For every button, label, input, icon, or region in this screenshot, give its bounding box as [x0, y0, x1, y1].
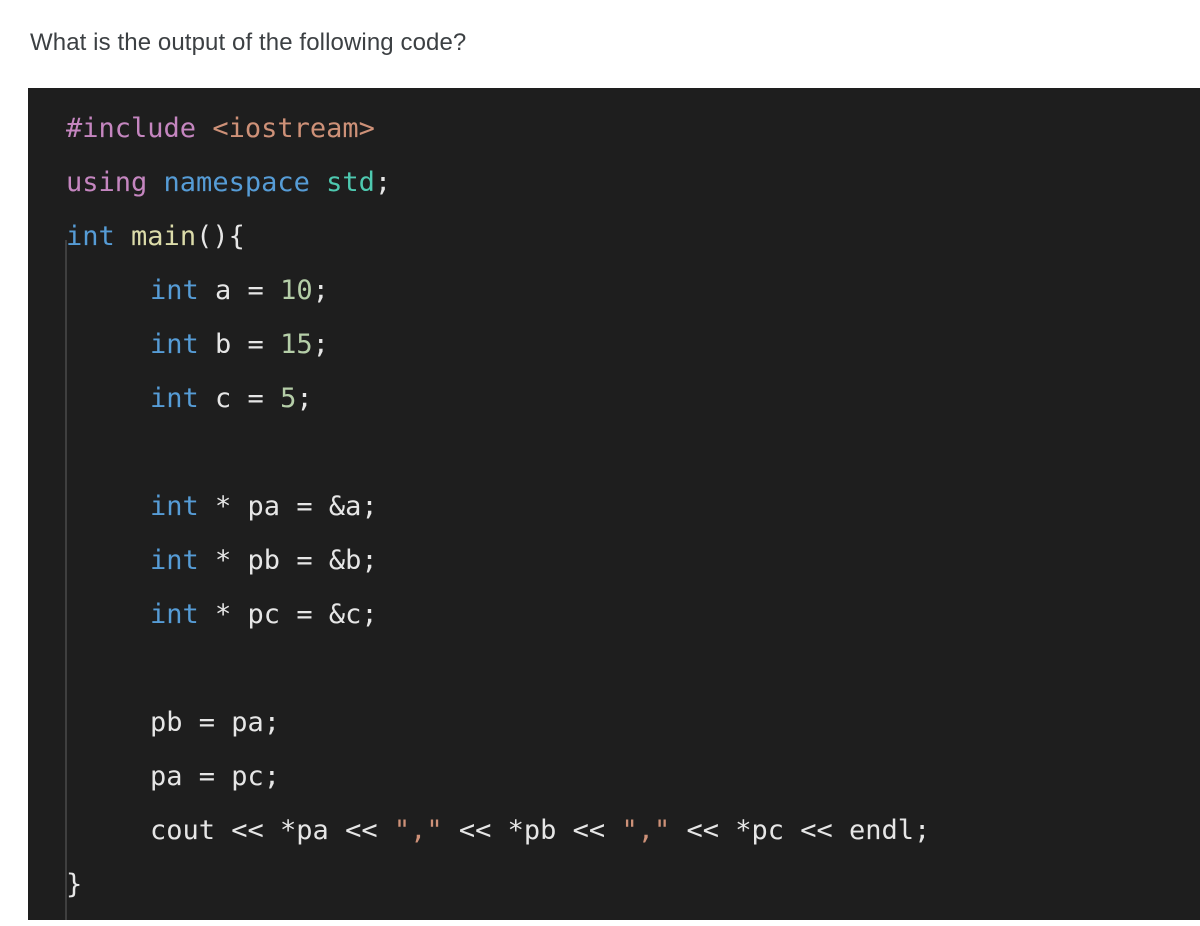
- code-token: c =: [198, 383, 281, 414]
- code-token: namespace: [163, 167, 310, 198]
- code-token: ;: [374, 167, 392, 198]
- code-line: using namespace std;: [28, 156, 1200, 210]
- code-line: int c = 5;: [28, 372, 1200, 426]
- code-token: a =: [198, 275, 281, 306]
- code-token: int: [150, 383, 199, 414]
- code-token: << *pc << endl;: [670, 815, 931, 846]
- code-line: int main(){: [28, 210, 1200, 264]
- code-token: pb = pa;: [150, 707, 281, 738]
- code-line: #include <iostream>: [28, 102, 1200, 156]
- code-token: #include: [66, 113, 197, 144]
- code-token: << *pb <<: [442, 815, 622, 846]
- code-listing: #include <iostream> using namespace std; i…: [28, 88, 1200, 912]
- code-line: int * pc = &c;: [28, 588, 1200, 642]
- code-token: 15: [280, 329, 313, 360]
- code-token: ;: [312, 275, 329, 306]
- page-root: What is the output of the following code…: [0, 0, 1200, 926]
- code-line: int * pa = &a;: [28, 480, 1200, 534]
- code-line: cout << *pa << "," << *pb << "," << *pc …: [28, 804, 1200, 858]
- code-token: * pc = &c;: [198, 599, 378, 630]
- code-token: int: [150, 275, 199, 306]
- code-line: int b = 15;: [28, 318, 1200, 372]
- code-token: using: [66, 167, 148, 198]
- code-line: int a = 10;: [28, 264, 1200, 318]
- code-token: ;: [312, 329, 329, 360]
- code-token: b =: [198, 329, 281, 360]
- code-token: int: [150, 545, 199, 576]
- code-token: (){: [196, 221, 245, 252]
- code-line: }: [28, 858, 1200, 912]
- code-token: std: [326, 167, 375, 198]
- page-title: What is the output of the following code…: [30, 29, 467, 56]
- code-token: int: [66, 221, 115, 252]
- code-token: pa = pc;: [150, 761, 281, 792]
- code-token: ",": [393, 815, 443, 846]
- code-token: <iostream>: [212, 113, 375, 144]
- code-line: pa = pc;: [28, 750, 1200, 804]
- code-token: 5: [280, 383, 297, 414]
- code-token: cout << *pa <<: [150, 815, 394, 846]
- code-token: int: [150, 329, 199, 360]
- code-block[interactable]: #include <iostream> using namespace std; i…: [28, 88, 1200, 920]
- code-token: main: [131, 221, 197, 252]
- code-token: ;: [296, 383, 313, 414]
- code-token: }: [66, 869, 83, 900]
- code-token: * pa = &a;: [198, 491, 378, 522]
- code-token: 10: [280, 275, 313, 306]
- code-token: int: [150, 599, 199, 630]
- code-line: pb = pa;: [28, 696, 1200, 750]
- code-token: ",": [621, 815, 671, 846]
- code-token: * pb = &b;: [198, 545, 378, 576]
- code-line: int * pb = &b;: [28, 534, 1200, 588]
- code-token: int: [150, 491, 199, 522]
